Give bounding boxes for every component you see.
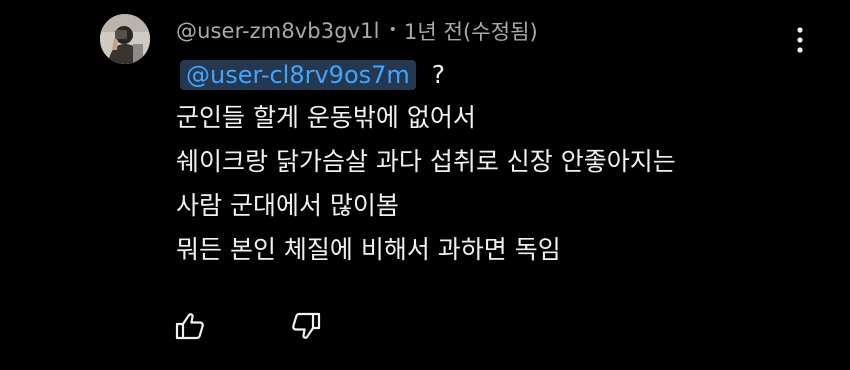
comment-text-line: 사람 군대에서 많이봄: [176, 191, 399, 220]
comment-body: @user-cl8rv9os7m? 군인들 할게 운동밖에 없어서 쉐이크랑 닭…: [176, 56, 816, 272]
meta-separator: •: [388, 22, 397, 38]
comment-text-line: 뭐든 본인 체질에 비해서 과하면 독임: [176, 235, 561, 264]
mention-suffix: ?: [431, 60, 446, 89]
comment-first-line: @user-cl8rv9os7m?: [176, 56, 816, 96]
avatar-photo: [100, 14, 150, 64]
more-vertical-icon: [797, 27, 803, 53]
like-button[interactable]: [170, 306, 210, 346]
dislike-button[interactable]: [286, 306, 326, 346]
author-avatar[interactable]: [100, 14, 150, 64]
thumbs-down-icon: [292, 312, 321, 339]
comment-header: @user-zm8vb3gv1l • 1년 전(수정됨): [176, 14, 538, 48]
comment-thread-item: @user-zm8vb3gv1l • 1년 전(수정됨) @user-cl8rv…: [0, 0, 850, 370]
more-actions-button[interactable]: [782, 22, 818, 58]
comment-text-line: 쉐이크랑 닭가슴살 과다 섭취로 신장 안좋아지는: [176, 147, 676, 176]
comment-action-bar: [170, 306, 326, 346]
author-name[interactable]: @user-zm8vb3gv1l: [176, 19, 380, 43]
published-time[interactable]: 1년 전(수정됨): [404, 16, 538, 46]
mention-link[interactable]: @user-cl8rv9os7m: [180, 60, 416, 90]
thumbs-up-icon: [175, 313, 204, 340]
comment-text-line: 군인들 할게 운동밖에 없어서: [176, 103, 476, 132]
